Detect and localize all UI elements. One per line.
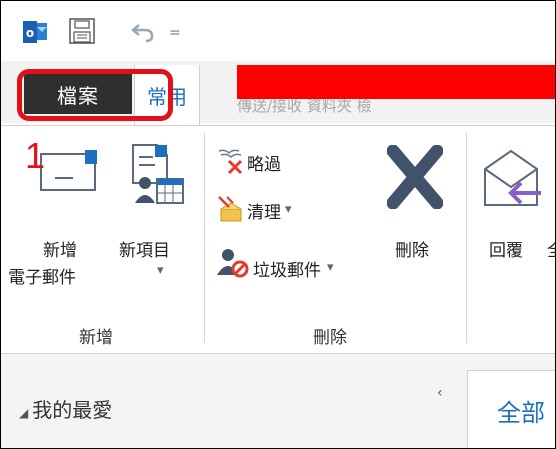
redaction-bar — [237, 65, 555, 99]
outlook-icon[interactable]: o — [23, 20, 48, 44]
reply-all-label-partial: 全 — [547, 236, 555, 261]
expand-triangle-icon[interactable]: ◢ — [19, 406, 28, 420]
collapse-pane-icon[interactable]: ‹ — [437, 385, 443, 401]
group-label-new: 新增 — [79, 328, 113, 348]
filter-all-tab[interactable]: 全部 — [497, 393, 545, 428]
ignore-label: 略過 — [247, 155, 281, 175]
delete-icon — [387, 145, 443, 209]
new-email-label-line2: 電子郵件 — [8, 268, 76, 288]
group-separator — [204, 133, 205, 343]
junk-mail-dropdown-icon[interactable]: ▾ — [327, 260, 334, 275]
cleanup-dropdown-icon[interactable]: ▾ — [285, 202, 292, 217]
cleanup-icon — [218, 196, 242, 222]
svg-text:o: o — [26, 26, 34, 40]
junk-mail-icon — [217, 249, 249, 278]
new-email-label-line1: 新增 — [43, 241, 77, 261]
new-email-icon — [40, 150, 97, 191]
undo-icon[interactable] — [131, 21, 155, 43]
reply-label: 回覆 — [489, 241, 523, 261]
new-items-dropdown-icon[interactable]: ▾ — [157, 263, 164, 278]
step-number-annotation: 1 — [25, 135, 46, 176]
customize-qat-button[interactable]: = — [169, 25, 181, 41]
reply-icon — [484, 149, 541, 206]
quick-access-toolbar: o = — [1, 1, 555, 61]
ignore-icon — [218, 149, 243, 175]
annotation-highlight-ring — [17, 69, 173, 121]
cleanup-label: 清理 — [247, 203, 281, 223]
new-items-label: 新項目 — [119, 241, 170, 261]
favorites-header[interactable]: ◢ 我的最愛 — [19, 394, 112, 423]
new-items-icon — [132, 144, 184, 204]
junk-mail-label: 垃圾郵件 — [253, 261, 321, 281]
group-label-delete: 刪除 — [313, 328, 347, 348]
save-icon[interactable] — [69, 18, 95, 44]
outlook-window: o = 檔案 常用 傳送/接收 資料夾 檢 1 新增 電子郵件 新項目 ▾ 新增… — [0, 0, 556, 449]
favorites-label: 我的最愛 — [32, 398, 113, 422]
delete-label: 刪除 — [395, 241, 429, 261]
group-separator — [466, 133, 467, 343]
